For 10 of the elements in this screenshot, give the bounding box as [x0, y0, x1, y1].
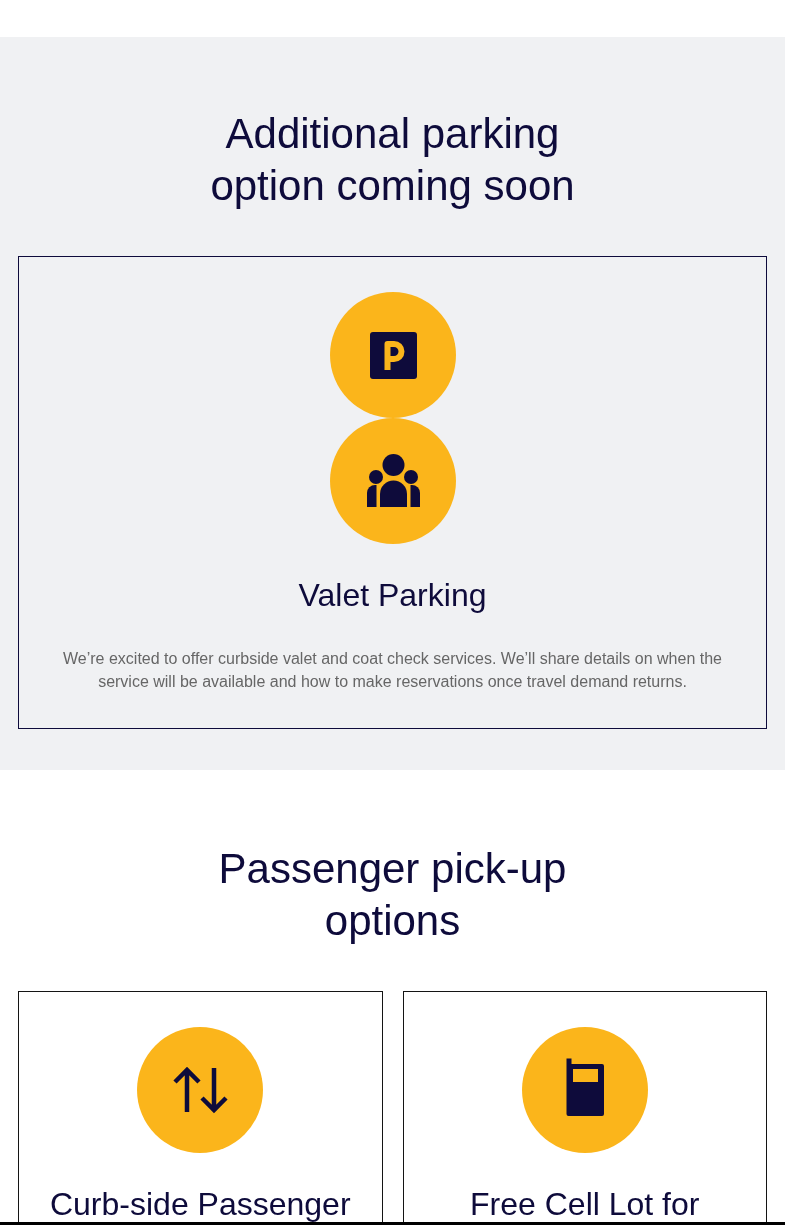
people-group-icon — [329, 418, 456, 544]
mobile-phone-icon — [521, 1027, 648, 1153]
parking-sign-icon — [329, 292, 456, 418]
card-title: Valet Parking — [297, 578, 488, 612]
card-description: We’re excited to offer curbside valet and coat check services. We’ll share details on when the service will be available and how to make reservations once travel demand returns. — [62, 649, 723, 692]
card-title: Curb-side Passenger — [48, 1187, 352, 1221]
card-title: Free Cell Lot for — [469, 1187, 701, 1221]
up-down-arrows-icon — [137, 1027, 264, 1153]
section-heading: Additional parking option coming soon — [209, 109, 576, 211]
section-heading: Passenger pick-up options — [217, 844, 568, 946]
